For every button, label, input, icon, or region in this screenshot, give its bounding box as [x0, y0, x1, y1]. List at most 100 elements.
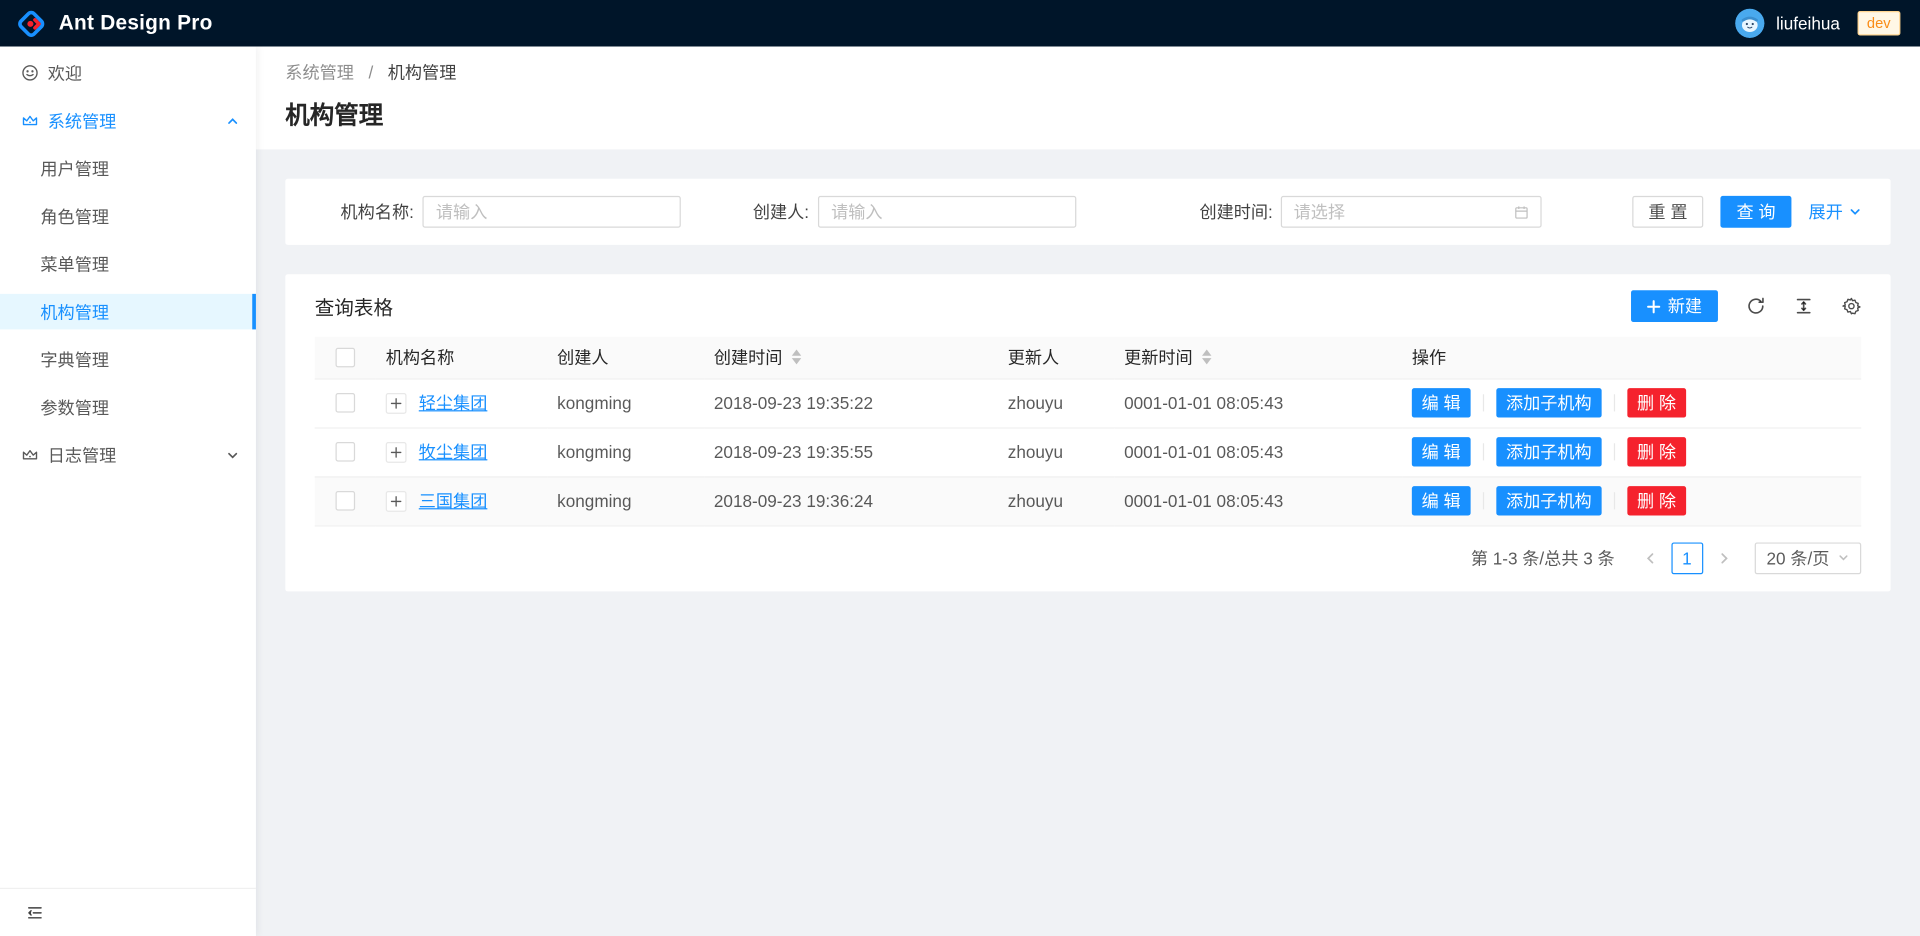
settings-gear-icon[interactable] — [1842, 296, 1862, 316]
sidebar-item-param-management[interactable]: 参数管理 — [0, 389, 256, 425]
creator-input[interactable] — [818, 196, 1076, 228]
sidebar-item-org-management[interactable]: 机构管理 — [0, 294, 256, 330]
breadcrumb-item-system[interactable]: 系统管理 — [285, 62, 354, 82]
delete-button[interactable]: 删 除 — [1627, 486, 1686, 515]
column-header-label: 更新时间 — [1124, 345, 1193, 369]
divider — [1483, 443, 1484, 460]
sidebar-item-label: 欢迎 — [48, 61, 82, 85]
divider — [1614, 394, 1615, 411]
delete-button[interactable]: 删 除 — [1627, 437, 1686, 466]
next-page-button[interactable] — [1708, 542, 1740, 574]
user-avatar[interactable] — [1736, 9, 1765, 38]
chevron-up-icon — [227, 114, 239, 126]
plus-icon — [391, 397, 402, 408]
row-checkbox[interactable] — [336, 442, 356, 462]
create-time-cell: 2018-09-23 19:35:55 — [704, 427, 998, 476]
column-header-update-time[interactable]: 更新时间 — [1114, 337, 1402, 379]
expand-row-button[interactable] — [386, 441, 407, 462]
org-name-input[interactable] — [422, 196, 680, 228]
add-child-org-button[interactable]: 添加子机构 — [1496, 486, 1601, 515]
sidebar-item-welcome[interactable]: 欢迎 — [0, 55, 256, 91]
creator-label: 创建人: — [744, 200, 817, 224]
new-button[interactable]: 新建 — [1631, 290, 1718, 322]
chevron-down-icon — [227, 449, 239, 461]
sidebar-item-label: 参数管理 — [40, 395, 109, 419]
add-child-org-button[interactable]: 添加子机构 — [1496, 388, 1601, 417]
page-size-select[interactable]: 20 条/页 — [1754, 542, 1861, 574]
select-all-checkbox[interactable] — [336, 347, 356, 367]
prev-page-button[interactable] — [1634, 542, 1666, 574]
crown-icon — [21, 446, 39, 464]
app-viewport: Ant Design Pro liufeihua dev — [0, 0, 1920, 936]
page-number-1[interactable]: 1 — [1671, 542, 1703, 574]
updater-cell: zhouyu — [998, 476, 1114, 525]
sidebar-item-label: 系统管理 — [48, 108, 117, 132]
org-name-label: 机构名称: — [315, 200, 423, 224]
caret-up-icon — [1201, 349, 1212, 356]
create-time-datepicker[interactable]: 请选择 — [1281, 196, 1542, 228]
org-name-link[interactable]: 轻尘集团 — [419, 391, 488, 415]
sidebar-item-dict-management[interactable]: 字典管理 — [0, 342, 256, 378]
search-form-card: 机构名称: 创建人: 创建时间: 请选择 — [285, 179, 1890, 245]
sidebar-item-user-management[interactable]: 用户管理 — [0, 151, 256, 187]
row-checkbox[interactable] — [336, 491, 356, 511]
column-height-icon[interactable] — [1794, 296, 1814, 316]
sidebar-item-role-management[interactable]: 角色管理 — [0, 198, 256, 234]
page-header: 系统管理 / 机构管理 机构管理 — [256, 47, 1920, 150]
caret-up-icon — [791, 349, 802, 356]
creator-field: 创建人: — [744, 196, 1173, 228]
edit-button[interactable]: 编 辑 — [1412, 437, 1471, 466]
expand-row-button[interactable] — [386, 490, 407, 511]
caret-down-icon — [791, 358, 802, 365]
org-name-link[interactable]: 三国集团 — [419, 489, 488, 513]
plus-icon — [391, 495, 402, 506]
column-header-org-name: 机构名称 — [376, 337, 547, 379]
sidebar-item-log-management[interactable]: 日志管理 — [0, 437, 256, 473]
table-wrapper: 机构名称 创建人 创建时间 — [285, 337, 1890, 526]
menu-fold-icon[interactable] — [26, 904, 44, 922]
crown-icon — [21, 111, 39, 129]
org-name-link[interactable]: 牧尘集团 — [419, 440, 488, 464]
row-checkbox[interactable] — [336, 393, 356, 413]
divider — [1483, 492, 1484, 509]
chevron-down-icon — [1838, 552, 1849, 563]
main-content: 系统管理 / 机构管理 机构管理 机构名称: 创建人: — [256, 47, 1920, 936]
update-time-cell: 0001-01-01 08:05:43 — [1114, 378, 1402, 427]
env-tag: dev — [1857, 11, 1900, 35]
breadcrumb-separator: / — [368, 62, 373, 82]
calendar-icon — [1514, 204, 1530, 220]
column-header-actions: 操作 — [1402, 337, 1861, 379]
table-toolbar: 查询表格 新建 — [285, 274, 1890, 336]
expand-link[interactable]: 展开 — [1809, 200, 1862, 224]
column-header-creator: 创建人 — [547, 337, 704, 379]
plus-icon — [391, 446, 402, 457]
sort-icons[interactable] — [791, 349, 802, 365]
reset-button[interactable]: 重 置 — [1632, 196, 1703, 228]
add-child-org-button[interactable]: 添加子机构 — [1496, 437, 1601, 466]
org-name-field: 机构名称: — [315, 196, 744, 228]
edit-button[interactable]: 编 辑 — [1412, 486, 1471, 515]
sidebar-item-menu-management[interactable]: 菜单管理 — [0, 246, 256, 282]
query-button[interactable]: 查 询 — [1721, 196, 1792, 228]
expand-row-button[interactable] — [386, 392, 407, 413]
column-header-create-time[interactable]: 创建时间 — [704, 337, 998, 379]
brand[interactable]: Ant Design Pro — [17, 9, 212, 37]
update-time-cell: 0001-01-01 08:05:43 — [1114, 427, 1402, 476]
ant-design-logo-icon — [17, 9, 45, 37]
sidebar-item-label: 菜单管理 — [40, 252, 109, 276]
sidebar-item-label: 角色管理 — [40, 204, 109, 228]
sidebar-item-system-management[interactable]: 系统管理 — [0, 103, 256, 139]
table-toolbar-actions: 新建 — [1631, 290, 1861, 322]
table-row: 轻尘集团 kongming 2018-09-23 19:35:22 zhouyu… — [315, 378, 1862, 427]
sidebar-item-label: 字典管理 — [40, 347, 109, 371]
creator-cell: kongming — [547, 378, 704, 427]
edit-button[interactable]: 编 辑 — [1412, 388, 1471, 417]
org-table: 机构名称 创建人 创建时间 — [315, 337, 1862, 526]
delete-button[interactable]: 删 除 — [1627, 388, 1686, 417]
breadcrumb-item-org: 机构管理 — [388, 62, 457, 82]
page-title: 机构管理 — [285, 96, 1890, 132]
sort-icons[interactable] — [1201, 349, 1212, 365]
reload-icon[interactable] — [1746, 296, 1766, 316]
datepicker-placeholder: 请选择 — [1294, 200, 1514, 224]
username[interactable]: liufeihua — [1776, 13, 1840, 33]
